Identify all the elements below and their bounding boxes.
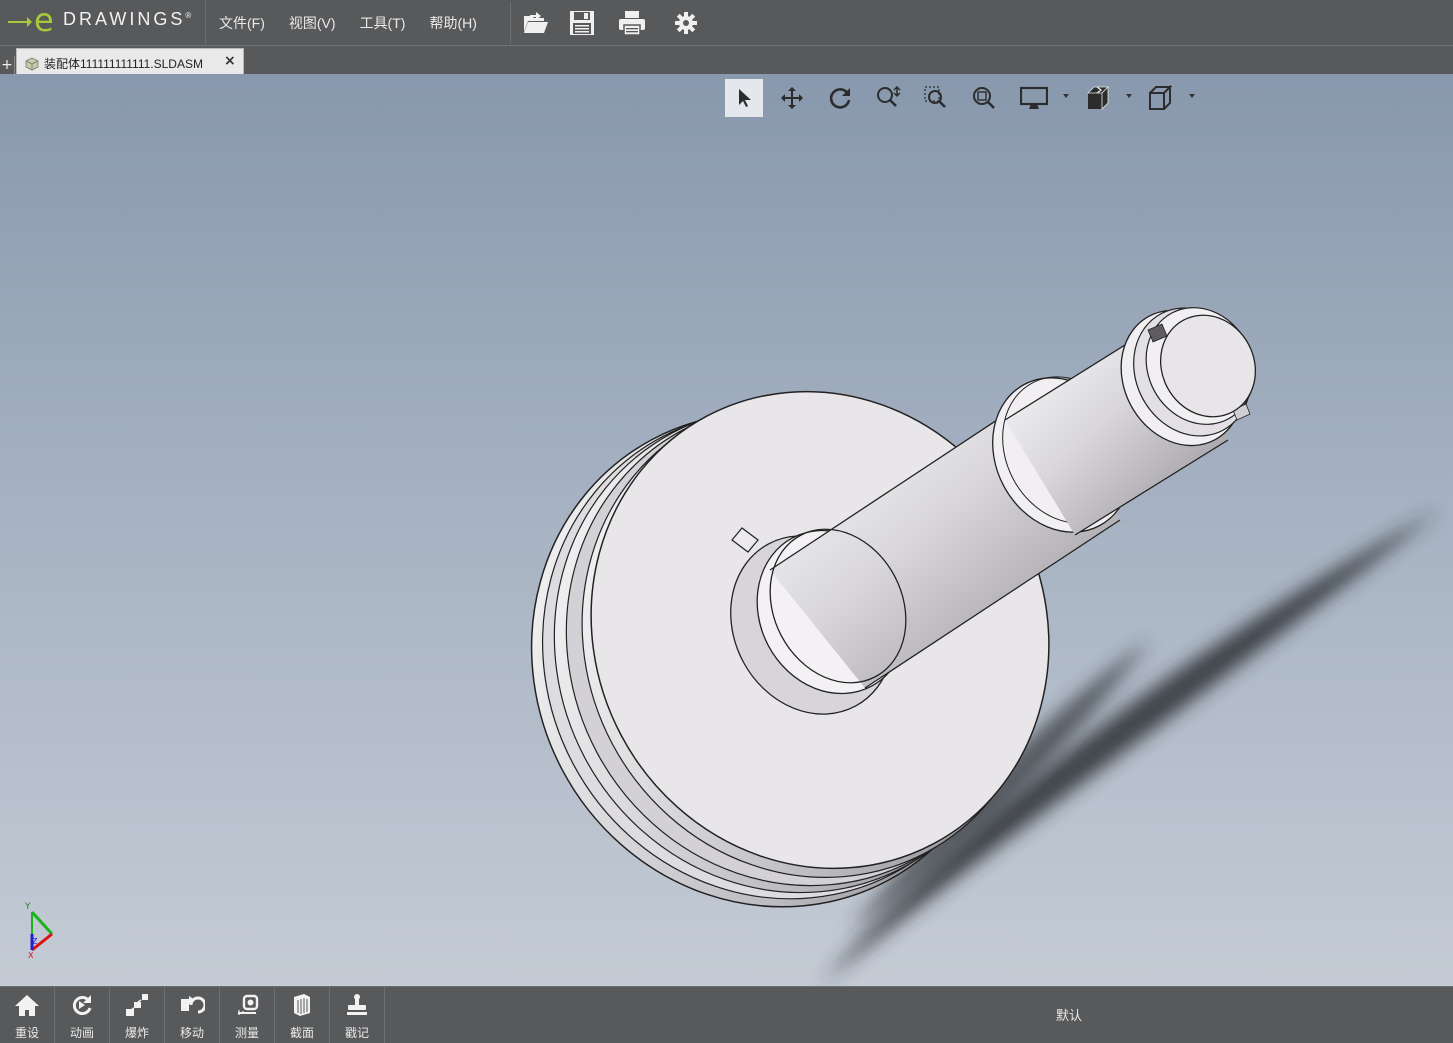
measure-icon (233, 992, 261, 1018)
reset-label: 重设 (14, 1026, 39, 1040)
triad-z-label: Z (32, 937, 38, 946)
menu-file[interactable]: 文件(F) (206, 0, 277, 45)
stamp-button[interactable]: 戳记 (330, 987, 385, 1043)
home-icon (13, 992, 41, 1018)
settings-gear-icon[interactable] (670, 7, 702, 39)
logo-e: e (34, 1, 54, 39)
stamp-icon (343, 992, 371, 1018)
new-tab-button[interactable]: + (0, 56, 15, 74)
stamp-label: 戳记 (344, 1026, 369, 1040)
logo-wordmark: DRAWINGS® (63, 9, 195, 29)
document-tab-bar: + 装配体111111111111.SLDASM × (0, 45, 1453, 76)
save-icon[interactable] (566, 7, 598, 39)
triad-x-label: X (28, 951, 34, 960)
explode-button[interactable]: 爆炸 (110, 987, 165, 1043)
configuration-name[interactable]: 默认 (1056, 1005, 1082, 1024)
title-menu-bar: e DRAWINGS® 文件(F) 视图(V) 工具(T) 帮助(H) (0, 0, 1453, 45)
main-menu: 文件(F) 视图(V) 工具(T) 帮助(H) (206, 0, 489, 45)
menu-tools[interactable]: 工具(T) (348, 0, 418, 45)
move-icon (178, 992, 206, 1018)
assembly-icon (25, 56, 39, 71)
section-label: 截面 (289, 1026, 314, 1040)
tab-assembly[interactable]: 装配体111111111111.SLDASM × (16, 48, 244, 76)
bottom-toolbar: 重设 动画 爆炸 移动 测量 截面 戳记 默认 (0, 986, 1453, 1043)
menu-view[interactable]: 视图(V) (277, 0, 348, 45)
measure-button[interactable]: 测量 (220, 987, 275, 1043)
move-label: 移动 (179, 1026, 204, 1040)
section-button[interactable]: 截面 (275, 987, 330, 1043)
open-icon[interactable] (520, 7, 552, 39)
move-button[interactable]: 移动 (165, 987, 220, 1043)
triad-y-label: Y (24, 902, 31, 912)
tab-title: 装配体111111111111.SLDASM (44, 57, 203, 71)
model-viewport[interactable]: Y Z X (0, 74, 1453, 986)
measure-label: 测量 (234, 1026, 259, 1040)
animate-label: 动画 (69, 1026, 94, 1040)
explode-label: 爆炸 (124, 1026, 149, 1040)
menu-help[interactable]: 帮助(H) (417, 0, 488, 45)
animate-button[interactable]: 动画 (55, 987, 110, 1043)
edrawings-logo: e DRAWINGS® (0, 0, 206, 45)
section-icon (288, 992, 316, 1018)
reset-button[interactable]: 重设 (0, 987, 55, 1043)
animate-icon (68, 992, 96, 1018)
assembly-3d-model[interactable] (0, 74, 1453, 986)
close-tab-icon[interactable]: × (224, 53, 236, 69)
logo-arrow-head (27, 17, 32, 27)
print-icon[interactable] (616, 7, 648, 39)
explode-icon (123, 992, 151, 1018)
coordinate-triad: Y Z X (24, 902, 54, 960)
toolbar-divider (510, 2, 511, 44)
